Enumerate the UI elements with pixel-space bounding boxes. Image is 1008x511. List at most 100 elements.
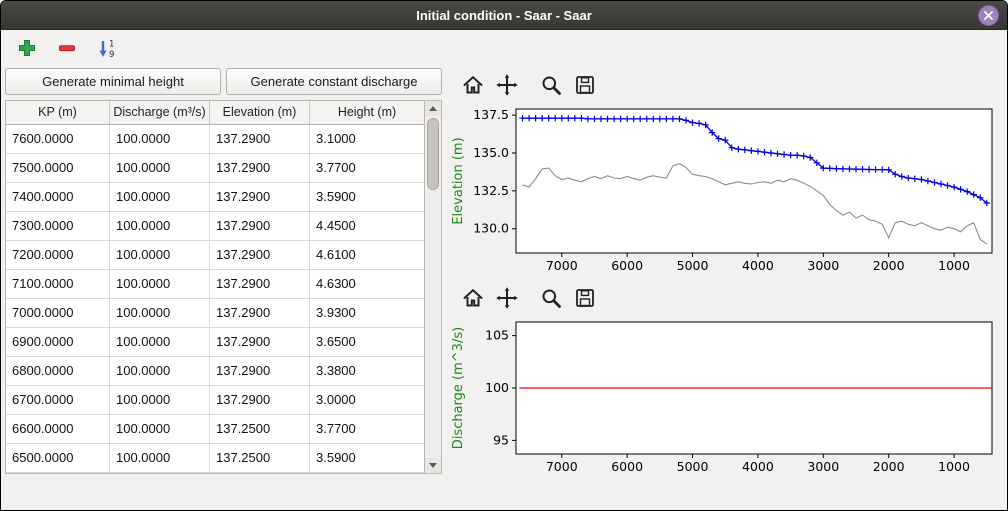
- y-tick-label: 137.5: [473, 107, 509, 122]
- table-cell[interactable]: 3.7700: [310, 154, 424, 183]
- table-cell[interactable]: 137.2900: [210, 154, 310, 183]
- window-title: Initial condition - Saar - Saar: [416, 8, 592, 23]
- table-row: 7000.0000100.0000137.29003.9300: [6, 299, 424, 328]
- table-cell[interactable]: 137.2900: [210, 183, 310, 212]
- table-cell[interactable]: 100.0000: [110, 444, 210, 473]
- home-icon: [461, 73, 485, 97]
- table-cell[interactable]: 3.5900: [310, 183, 424, 212]
- table-cell[interactable]: 100.0000: [110, 415, 210, 444]
- table-cell[interactable]: 4.6100: [310, 241, 424, 270]
- table-cell[interactable]: 137.2900: [210, 357, 310, 386]
- table-cell[interactable]: 7000.0000: [6, 299, 110, 328]
- save-floppy-icon: [573, 73, 597, 97]
- table-cell[interactable]: 7500.0000: [6, 154, 110, 183]
- table-cell[interactable]: 100.0000: [110, 241, 210, 270]
- discharge-chart[interactable]: 700060005000400030002000100095100105Disc…: [448, 314, 1000, 482]
- table-cell[interactable]: 100.0000: [110, 386, 210, 415]
- table-cell[interactable]: 3.9300: [310, 299, 424, 328]
- generator-buttons: Generate minimal height Generate constan…: [5, 68, 442, 95]
- elevation-chart[interactable]: 7000600050004000300020001000130.0132.513…: [448, 101, 1000, 281]
- table-cell[interactable]: 7200.0000: [6, 241, 110, 270]
- table-cell[interactable]: 7100.0000: [6, 270, 110, 299]
- svg-text:1: 1: [109, 40, 114, 50]
- discharge-pan-button[interactable]: [492, 284, 522, 312]
- table-cell[interactable]: 3.5900: [310, 444, 424, 473]
- table-cell[interactable]: 137.2900: [210, 328, 310, 357]
- elevation-save-button[interactable]: [570, 71, 600, 99]
- elevation-pan-button[interactable]: [492, 71, 522, 99]
- table-cell[interactable]: 7400.0000: [6, 183, 110, 212]
- table-cell[interactable]: 100.0000: [110, 270, 210, 299]
- arrow-up-icon: [429, 106, 437, 111]
- table-cell[interactable]: 137.2900: [210, 386, 310, 415]
- table-cell[interactable]: 3.6500: [310, 328, 424, 357]
- delete-row-button[interactable]: [55, 36, 79, 60]
- table-cell[interactable]: 100.0000: [110, 299, 210, 328]
- column-header-3[interactable]: Height (m): [310, 101, 424, 125]
- table-cell[interactable]: 6600.0000: [6, 415, 110, 444]
- x-tick-label: 4000: [742, 258, 774, 273]
- x-tick-label: 3000: [807, 459, 839, 474]
- table-row: 6800.0000100.0000137.29003.3800: [6, 357, 424, 386]
- svg-text:9: 9: [109, 50, 114, 59]
- table-cell[interactable]: 137.2900: [210, 241, 310, 270]
- discharge-save-button[interactable]: [570, 284, 600, 312]
- scroll-down-button[interactable]: [425, 458, 441, 473]
- table-cell[interactable]: 4.6300: [310, 270, 424, 299]
- save-floppy-icon: [573, 286, 597, 310]
- y-tick-label: 130.0: [473, 221, 509, 236]
- table-cell[interactable]: 6700.0000: [6, 386, 110, 415]
- generate-minimal-height-button[interactable]: Generate minimal height: [5, 68, 221, 95]
- discharge-zoom-button[interactable]: [536, 284, 566, 312]
- table-cell[interactable]: 137.2500: [210, 415, 310, 444]
- table-cell[interactable]: 7300.0000: [6, 212, 110, 241]
- elevation-home-button[interactable]: [458, 71, 488, 99]
- table-cell[interactable]: 4.4500: [310, 212, 424, 241]
- sort-rows-button[interactable]: 1 9: [95, 36, 119, 60]
- table-header-row: KP (m)Discharge (m³/s)Elevation (m)Heigh…: [6, 101, 424, 125]
- table-cell[interactable]: 100.0000: [110, 125, 210, 154]
- table-cell[interactable]: 100.0000: [110, 328, 210, 357]
- table-cell[interactable]: 3.3800: [310, 357, 424, 386]
- magnifier-icon: [539, 73, 563, 97]
- table-cell[interactable]: 137.2900: [210, 125, 310, 154]
- table-cell[interactable]: 100.0000: [110, 154, 210, 183]
- table-cell[interactable]: 3.1000: [310, 125, 424, 154]
- table-cell[interactable]: 137.2900: [210, 212, 310, 241]
- table-cell[interactable]: 6900.0000: [6, 328, 110, 357]
- plot-area[interactable]: [516, 109, 992, 253]
- table-row: 7100.0000100.0000137.29004.6300: [6, 270, 424, 299]
- table-cell[interactable]: 6500.0000: [6, 444, 110, 473]
- add-row-button[interactable]: [15, 36, 39, 60]
- generate-constant-discharge-button[interactable]: Generate constant discharge: [226, 68, 442, 95]
- column-header-0[interactable]: KP (m): [6, 101, 110, 125]
- table-cell[interactable]: 137.2500: [210, 444, 310, 473]
- scrollbar-thumb[interactable]: [427, 118, 439, 190]
- elevation-zoom-button[interactable]: [536, 71, 566, 99]
- x-tick-label: 1000: [938, 459, 970, 474]
- x-tick-label: 4000: [742, 459, 774, 474]
- table-row: 7200.0000100.0000137.29004.6100: [6, 241, 424, 270]
- table-cell[interactable]: 137.2900: [210, 299, 310, 328]
- table-row: 7600.0000100.0000137.29003.1000: [6, 125, 424, 154]
- table-cell[interactable]: 7600.0000: [6, 125, 110, 154]
- table-cell[interactable]: 3.7700: [310, 415, 424, 444]
- table-row: 7300.0000100.0000137.29004.4500: [6, 212, 424, 241]
- column-header-2[interactable]: Elevation (m): [210, 101, 310, 125]
- y-tick-label: 95: [493, 432, 509, 447]
- table-cell[interactable]: 100.0000: [110, 357, 210, 386]
- vertical-scrollbar[interactable]: [425, 100, 442, 474]
- table-cell[interactable]: 100.0000: [110, 212, 210, 241]
- left-panel: Generate minimal height Generate constan…: [5, 68, 442, 509]
- column-header-1[interactable]: Discharge (m³/s): [110, 101, 210, 125]
- discharge-home-button[interactable]: [458, 284, 488, 312]
- x-tick-label: 7000: [546, 459, 578, 474]
- scroll-up-button[interactable]: [425, 101, 441, 116]
- close-button[interactable]: [978, 5, 999, 26]
- table-cell[interactable]: 100.0000: [110, 183, 210, 212]
- table-cell[interactable]: 137.2900: [210, 270, 310, 299]
- table-cell[interactable]: 3.0000: [310, 386, 424, 415]
- table-row: 6600.0000100.0000137.25003.7700: [6, 415, 424, 444]
- table-cell[interactable]: 6800.0000: [6, 357, 110, 386]
- scrollbar-track[interactable]: [425, 117, 441, 457]
